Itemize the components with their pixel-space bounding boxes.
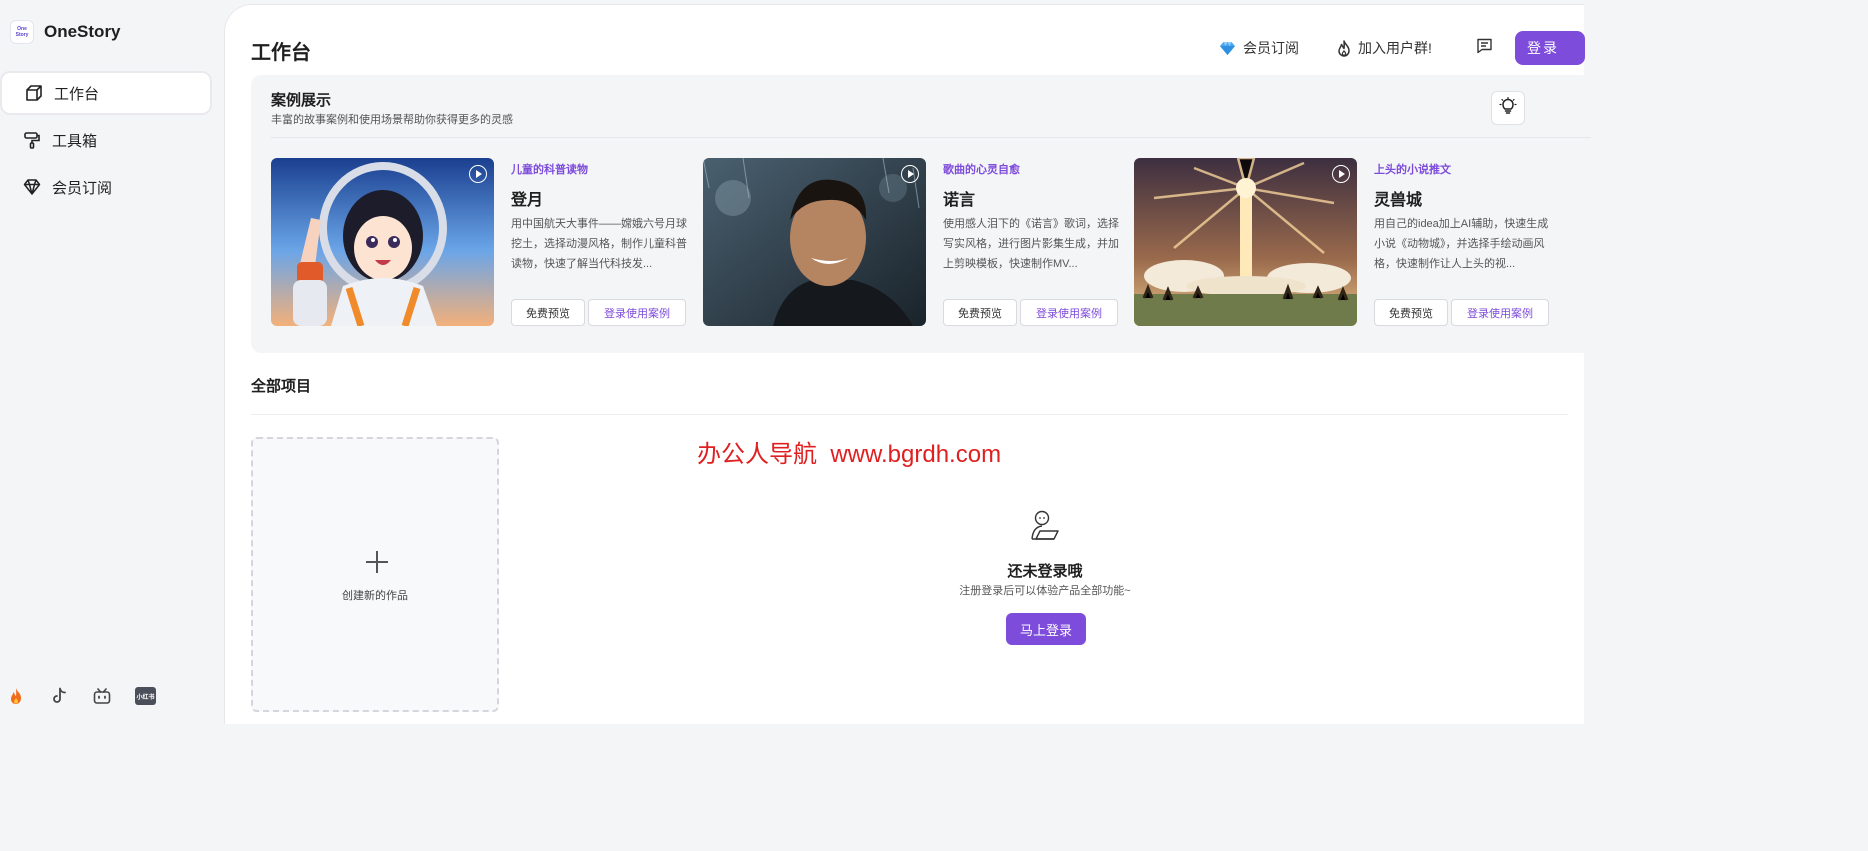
case-title: 灵兽城 <box>1374 192 1423 209</box>
diamond-icon <box>1219 41 1236 56</box>
case-thumbnail-promise[interactable] <box>703 158 926 326</box>
free-preview-button[interactable]: 免费预览 <box>511 299 585 326</box>
sidebar-item-toolbox[interactable]: 工具箱 <box>0 118 212 162</box>
app-name: OneStory <box>44 22 121 41</box>
plus-icon <box>366 551 388 573</box>
showcase-title: 案例展示 <box>271 92 332 109</box>
join-group-label: 加入用户群! <box>1358 40 1432 56</box>
case-tag: 上头的小说推文 <box>1374 164 1451 176</box>
all-projects-title: 全部项目 <box>251 378 312 395</box>
sidebar-item-label: 工作台 <box>54 85 100 103</box>
message-icon <box>1476 37 1493 59</box>
membership-link[interactable]: 会员订阅 <box>1219 31 1299 65</box>
watermark-text: 办公人导航 www.bgrdh.com <box>697 441 1002 468</box>
logo-text-bottom: Story <box>15 32 29 38</box>
feedback-button[interactable] <box>1476 31 1493 65</box>
play-icon[interactable] <box>1332 165 1350 183</box>
case-thumbnail-beast-city[interactable] <box>1134 158 1357 326</box>
lightbulb-icon <box>1499 96 1517 120</box>
case-title: 登月 <box>511 192 544 209</box>
diamond-icon <box>22 177 42 197</box>
showcase-subtitle: 丰富的故事案例和使用场景帮助你获得更多的灵感 <box>271 114 513 126</box>
free-preview-button[interactable]: 免费预览 <box>943 299 1017 326</box>
case-tag: 儿童的科普读物 <box>511 164 588 176</box>
login-use-case-button[interactable]: 登录使用案例 <box>1020 299 1118 326</box>
showcase-divider <box>271 137 1591 138</box>
membership-label: 会员订阅 <box>1243 40 1299 56</box>
create-new-work-card[interactable]: 创建新的作品 <box>251 437 499 712</box>
free-preview-button[interactable]: 免费预览 <box>1374 299 1448 326</box>
sidebar-item-label: 会员订阅 <box>52 179 113 197</box>
paint-roller-icon <box>22 130 42 150</box>
fire-icon[interactable] <box>6 686 26 706</box>
play-icon[interactable] <box>469 165 487 183</box>
create-new-work-label: 创建新的作品 <box>342 590 408 602</box>
login-button[interactable]: 登录 <box>1515 31 1585 65</box>
case-title: 诺言 <box>943 192 976 209</box>
app-logo: One Story <box>10 20 34 44</box>
empty-state-subtitle: 注册登录后可以体验产品全部功能~ <box>959 585 1131 597</box>
sidebar-item-workbench[interactable]: 工作台 <box>0 71 212 115</box>
flame-icon <box>1337 39 1351 57</box>
person-laptop-icon <box>1028 509 1062 546</box>
cube-icon <box>24 83 44 103</box>
login-use-case-button[interactable]: 登录使用案例 <box>1451 299 1549 326</box>
sidebar-item-label: 工具箱 <box>52 132 98 150</box>
inspiration-button[interactable] <box>1491 91 1525 125</box>
case-card-promise: 歌曲的心灵自愈 诺言 使用感人泪下的《诺言》歌词，选择写实风格，进行图片影集生成… <box>703 158 1123 326</box>
case-description: 用自己的idea加上AI辅助，快速生成小说《动物城》，并选择手绘动画风格，快速制… <box>1374 218 1549 270</box>
play-icon[interactable] <box>901 165 919 183</box>
xiaohongshu-icon[interactable]: 小红书 <box>135 687 156 705</box>
join-group-link[interactable]: 加入用户群! <box>1337 31 1432 65</box>
case-thumbnail-moon-landing[interactable] <box>271 158 494 326</box>
login-now-button[interactable]: 马上登录 <box>1006 613 1086 645</box>
brand[interactable]: One Story OneStory <box>10 20 121 44</box>
case-tag: 歌曲的心灵自愈 <box>943 164 1020 176</box>
empty-state-title: 还未登录哦 <box>1007 563 1083 580</box>
bilibili-icon[interactable] <box>92 686 112 706</box>
tiktok-icon[interactable] <box>49 686 69 706</box>
case-card-beast-city: 上头的小说推文 灵兽城 用自己的idea加上AI辅助，快速生成小说《动物城》，并… <box>1134 158 1554 326</box>
login-use-case-button[interactable]: 登录使用案例 <box>588 299 686 326</box>
case-showcase: 案例展示 丰富的故事案例和使用场景帮助你获得更多的灵感 儿童的科普读物 登月 用… <box>251 75 1591 353</box>
case-card-moon-landing: 儿童的科普读物 登月 用中国航天大事件——嫦娥六号月球挖土，选择动漫风格，制作儿… <box>271 158 691 326</box>
sidebar: One Story OneStory 工作台 工具箱 会员订阅 小红书 <box>0 0 225 714</box>
case-description: 用中国航天大事件——嫦娥六号月球挖土，选择动漫风格，制作儿童科普读物，快速了解当… <box>511 218 687 270</box>
sidebar-item-membership[interactable]: 会员订阅 <box>0 165 212 209</box>
sidebar-nav: 工作台 工具箱 会员订阅 <box>0 71 212 212</box>
social-links: 小红书 <box>6 686 179 706</box>
section-divider <box>251 414 1568 415</box>
case-description: 使用感人泪下的《诺言》歌词，选择写实风格，进行图片影集生成，并加上剪映模板，快速… <box>943 218 1119 270</box>
page-title: 工作台 <box>251 42 311 64</box>
